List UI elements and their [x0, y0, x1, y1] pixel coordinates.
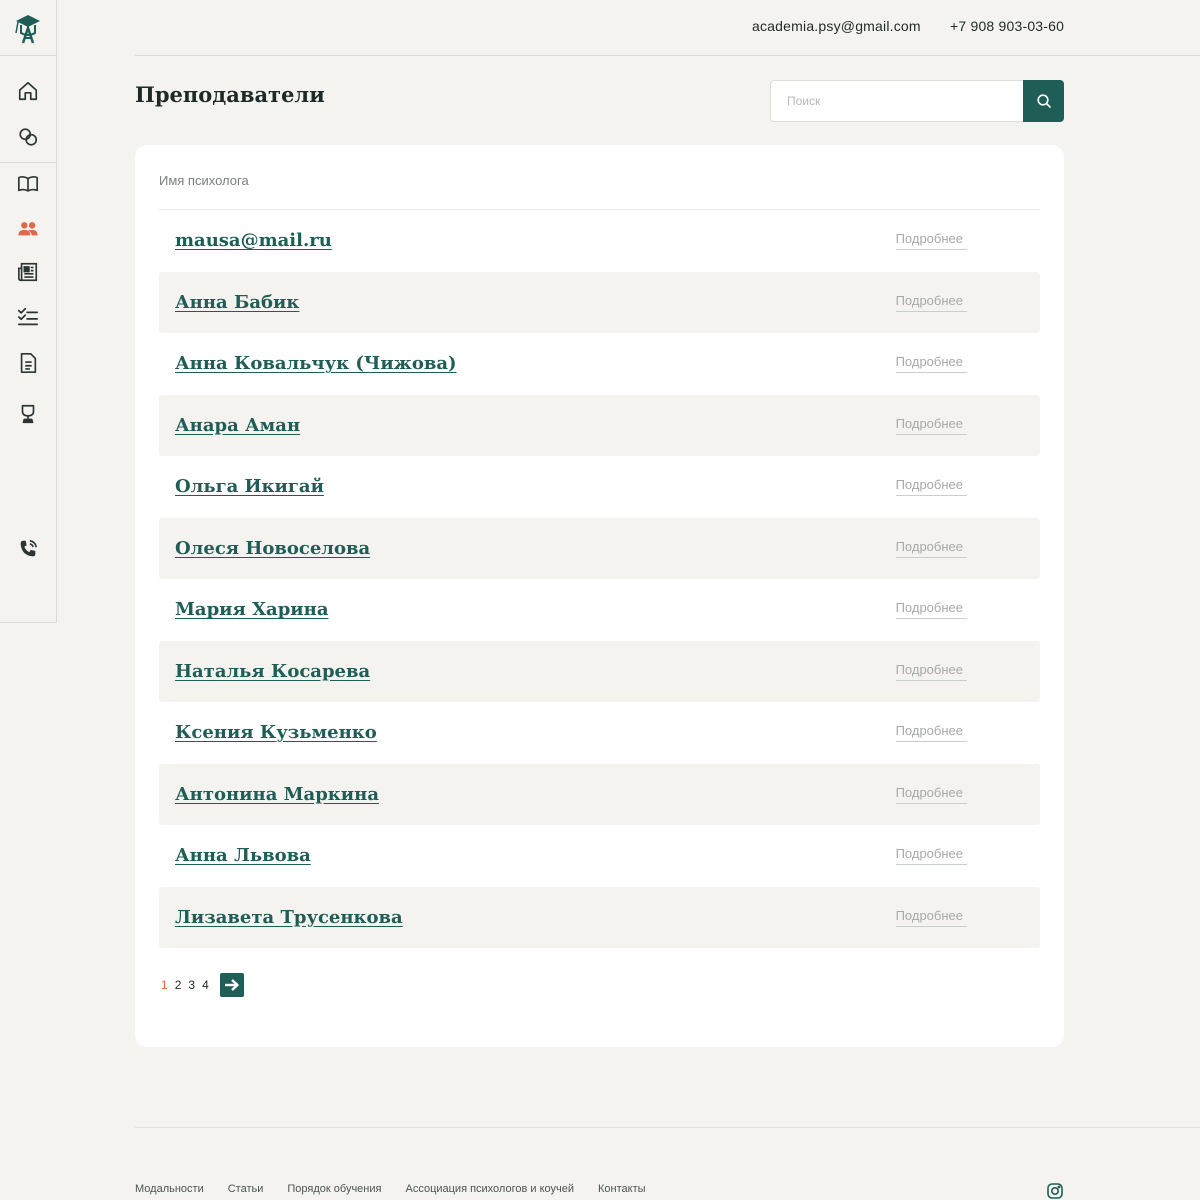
home-icon[interactable]: [14, 77, 42, 105]
footer-link-articles[interactable]: Статьи: [228, 1183, 264, 1195]
document-icon[interactable]: [14, 349, 42, 377]
checklist-icon[interactable]: [14, 303, 42, 331]
teachers-list: mausa@mail.ru Подробнее Анна Бабик Подро…: [159, 210, 1040, 948]
teacher-name-link[interactable]: Наталья Косарева: [175, 661, 370, 682]
table-row: Анара Аман Подробнее: [159, 394, 1040, 456]
header-phone[interactable]: +7 908 903-03-60: [950, 18, 1064, 34]
teacher-name-link[interactable]: Мария Харина: [175, 599, 329, 620]
footer-link-study-order[interactable]: Порядок обучения: [287, 1183, 381, 1195]
teacher-name-link[interactable]: Ольга Икигай: [175, 476, 324, 497]
page-link-1[interactable]: 1: [161, 978, 168, 992]
more-link[interactable]: Подробнее: [895, 416, 967, 435]
search-box: [770, 80, 1064, 122]
footer-link-contacts[interactable]: Контакты: [598, 1183, 646, 1195]
pagination: 1 2 3 4: [161, 973, 244, 997]
page-link-4[interactable]: 4: [202, 978, 209, 992]
more-link[interactable]: Подробнее: [895, 662, 967, 681]
header-divider: [135, 55, 1200, 56]
teacher-name-link[interactable]: Лизавета Трусенкова: [175, 907, 403, 928]
more-link[interactable]: Подробнее: [895, 600, 967, 620]
more-link[interactable]: Подробнее: [895, 539, 967, 558]
more-link[interactable]: Подробнее: [895, 354, 967, 374]
footer-link-association[interactable]: Ассоциация психологов и коучей: [405, 1183, 574, 1195]
column-header-name: Имя психолога: [159, 173, 249, 188]
footer-divider: [135, 1127, 1200, 1128]
trophy-icon[interactable]: [14, 400, 42, 428]
search-icon: [1036, 94, 1051, 108]
teacher-name-link[interactable]: Анна Ковальчук (Чижова): [175, 353, 457, 374]
chat-bubbles-icon[interactable]: [14, 123, 42, 151]
teacher-name-link[interactable]: Анна Бабик: [175, 292, 299, 313]
page-title: Преподаватели: [135, 82, 325, 107]
teachers-card: Имя психолога mausa@mail.ru Подробнее Ан…: [135, 145, 1064, 1047]
more-link[interactable]: Подробнее: [895, 477, 967, 497]
table-row: Анна Ковальчук (Чижова) Подробнее: [159, 333, 1040, 395]
footer-link-modalities[interactable]: Модальности: [135, 1183, 204, 1195]
table-row: Анна Бабик Подробнее: [159, 271, 1040, 333]
arrow-right-icon: [224, 979, 239, 991]
footer-nav: Модальности Статьи Порядок обучения Ассо…: [135, 1183, 646, 1195]
table-row: Антонина Маркина Подробнее: [159, 763, 1040, 825]
page-link-2[interactable]: 2: [175, 978, 182, 992]
open-book-icon[interactable]: [14, 170, 42, 198]
table-row: Олеся Новоселова Подробнее: [159, 517, 1040, 579]
more-link[interactable]: Подробнее: [895, 785, 967, 804]
table-row: mausa@mail.ru Подробнее: [159, 210, 1040, 272]
teacher-name-link[interactable]: Ксения Кузьменко: [175, 722, 377, 743]
academy-logo-icon[interactable]: [0, 0, 56, 56]
page-link-3[interactable]: 3: [188, 978, 195, 992]
teacher-name-link[interactable]: Анара Аман: [175, 415, 300, 436]
users-icon[interactable]: [14, 215, 42, 243]
table-row: Ксения Кузьменко Подробнее: [159, 702, 1040, 764]
more-link[interactable]: Подробнее: [895, 908, 967, 927]
next-page-button[interactable]: [219, 973, 244, 997]
search-input[interactable]: [770, 80, 1023, 122]
more-link[interactable]: Подробнее: [895, 293, 967, 312]
header-email[interactable]: academia.psy@gmail.com: [752, 18, 921, 34]
table-row: Ольга Икигай Подробнее: [159, 456, 1040, 518]
instagram-icon[interactable]: [1047, 1183, 1063, 1199]
table-row: Анна Львова Подробнее: [159, 825, 1040, 887]
teacher-name-link[interactable]: mausa@mail.ru: [175, 230, 332, 251]
newspaper-icon[interactable]: [14, 258, 42, 286]
table-row: Наталья Косарева Подробнее: [159, 640, 1040, 702]
more-link[interactable]: Подробнее: [895, 231, 967, 251]
table-row: Мария Харина Подробнее: [159, 579, 1040, 641]
more-link[interactable]: Подробнее: [895, 846, 967, 866]
sidebar: [0, 0, 57, 623]
teacher-name-link[interactable]: Анна Львова: [175, 845, 311, 866]
more-link[interactable]: Подробнее: [895, 723, 967, 743]
teacher-name-link[interactable]: Олеся Новоселова: [175, 538, 370, 559]
table-row: Лизавета Трусенкова Подробнее: [159, 886, 1040, 948]
teacher-name-link[interactable]: Антонина Маркина: [175, 784, 379, 805]
phone-call-icon[interactable]: [14, 535, 42, 563]
search-button[interactable]: [1023, 80, 1064, 122]
sidebar-divider: [0, 162, 56, 163]
